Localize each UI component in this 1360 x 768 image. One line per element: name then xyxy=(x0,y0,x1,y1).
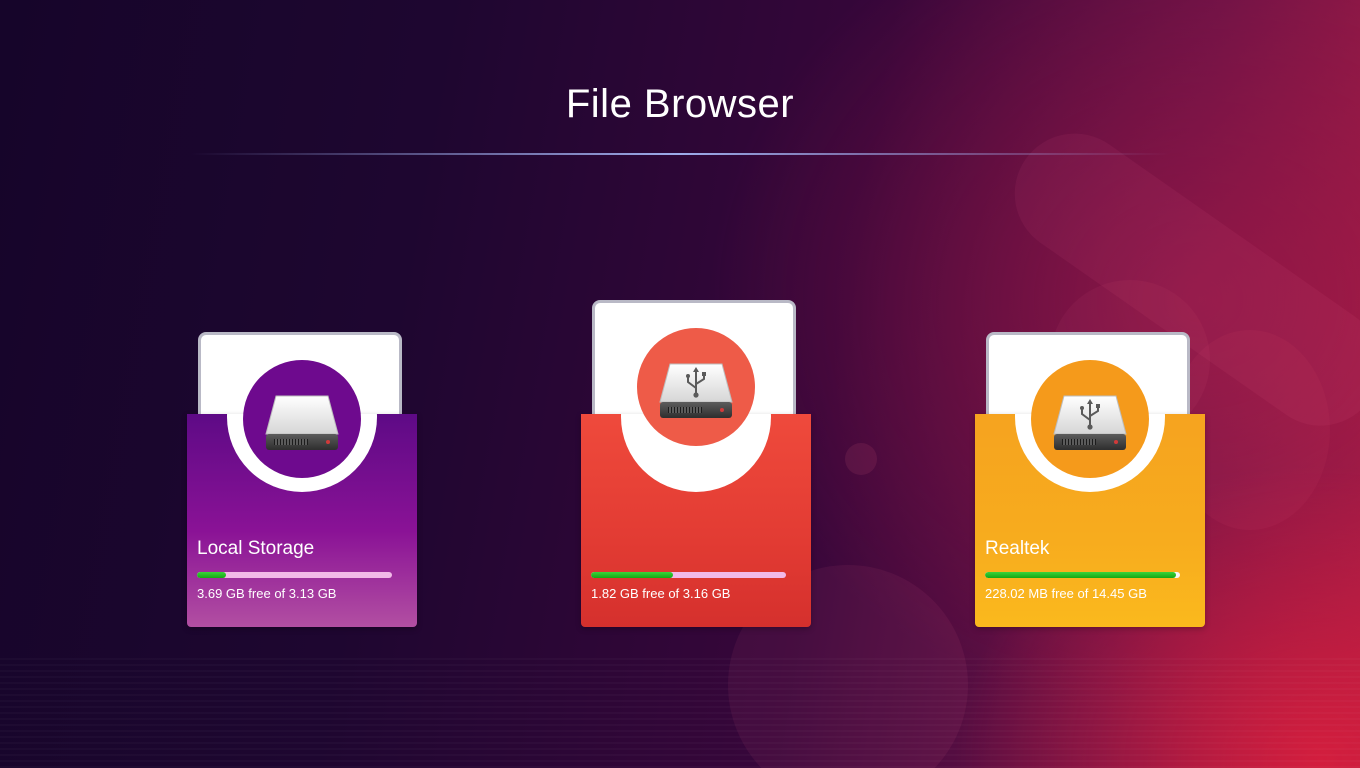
hard-drive-icon xyxy=(265,395,339,450)
storage-usage-fill xyxy=(197,572,227,578)
storage-space-info: 228.02 MB free of 14.45 GB xyxy=(985,586,1147,601)
decor-lines xyxy=(0,658,1360,768)
decor-bubble xyxy=(845,443,877,475)
usb-drive-icon xyxy=(1053,395,1127,450)
storage-card-realtek[interactable]: Realtek 228.02 MB free of 14.45 GB xyxy=(975,332,1205,627)
storage-usage-fill xyxy=(591,572,673,578)
storage-usage-bar xyxy=(591,572,786,578)
storage-usage-bar xyxy=(985,572,1180,578)
storage-card-local[interactable]: Local Storage 3.69 GB free of 3.13 GB xyxy=(187,332,417,627)
storage-space-info: 1.82 GB free of 3.16 GB xyxy=(591,586,731,601)
storage-space-info: 3.69 GB free of 3.13 GB xyxy=(197,586,337,601)
storage-card-usb[interactable]: 1.82 GB free of 3.16 GB xyxy=(581,300,811,627)
storage-usage-bar xyxy=(197,572,392,578)
storage-name: Local Storage xyxy=(197,538,315,559)
storage-usage-fill xyxy=(985,572,1177,578)
usb-drive-icon xyxy=(659,363,733,418)
page-title: File Browser xyxy=(565,82,795,126)
storage-name: Realtek xyxy=(985,538,1050,559)
title-divider xyxy=(190,153,1170,155)
